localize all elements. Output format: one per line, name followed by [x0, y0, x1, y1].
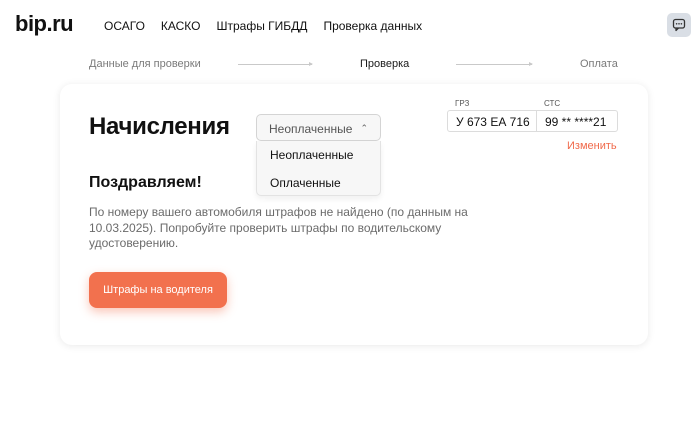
sts-value: 99 ** ****21 — [545, 115, 607, 129]
congrats-heading: Поздравляем! — [89, 174, 202, 191]
page-title: Начисления — [89, 113, 230, 140]
grz-label: ГРЗ — [455, 99, 470, 108]
step-arrow-icon — [456, 62, 533, 66]
sts-label: СТС — [544, 99, 561, 108]
divider — [536, 111, 537, 131]
driver-fines-button[interactable]: Штрафы на водителя — [89, 272, 227, 308]
status-filter-dropdown: Неоплаченные Оплаченные — [256, 141, 381, 196]
nav-item-fines[interactable]: Штрафы ГИБДД — [217, 19, 308, 33]
step-payment: Оплата — [580, 58, 618, 70]
result-message: По номеру вашего автомобиля штрафов не н… — [89, 205, 468, 250]
logo[interactable]: bip.ru — [15, 11, 74, 37]
status-filter-select[interactable]: Неоплаченные ⌃ — [256, 114, 381, 141]
step-data-input: Данные для проверки — [89, 58, 201, 70]
header: bip.ru ОСАГО КАСКО Штрафы ГИБДД Проверка… — [0, 0, 700, 52]
grz-value: У 673 ЕА 716 — [456, 115, 530, 129]
change-link[interactable]: Изменить — [567, 140, 617, 152]
progress-steps: Данные для проверки Проверка Оплата — [0, 56, 700, 72]
nav-item-kasko[interactable]: КАСКО — [161, 19, 201, 33]
filter-option-paid[interactable]: Оплаченные — [270, 176, 341, 190]
chat-bubble-icon — [672, 18, 686, 32]
chevron-up-icon: ⌃ — [360, 123, 368, 133]
nav-item-osago[interactable]: ОСАГО — [104, 19, 145, 33]
main-nav: ОСАГО КАСКО Штрафы ГИБДД Проверка данных — [104, 19, 422, 33]
filter-option-unpaid[interactable]: Неоплаченные — [270, 148, 353, 162]
step-check: Проверка — [360, 58, 410, 70]
status-filter-value: Неоплаченные — [269, 122, 353, 136]
nav-item-data-check[interactable]: Проверка данных — [323, 19, 422, 33]
step-arrow-icon — [238, 62, 313, 66]
chat-button[interactable] — [667, 13, 691, 37]
vehicle-docs-box: У 673 ЕА 716 99 ** ****21 — [447, 110, 618, 132]
